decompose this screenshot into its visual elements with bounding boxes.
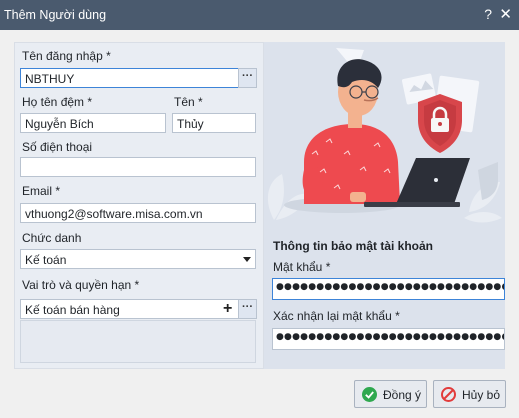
ok-button-label: Đồng ý	[383, 388, 422, 402]
username-label: Tên đăng nhập *	[22, 49, 111, 63]
email-input[interactable]: vthuong2@software.misa.com.vn	[20, 203, 256, 223]
chevron-down-icon[interactable]	[243, 257, 251, 262]
password-label: Mật khẩu *	[273, 260, 331, 274]
title-bar: Thêm Người dùng ? ✕	[0, 0, 519, 30]
add-role-icon[interactable]: +	[223, 301, 232, 317]
role-input[interactable]: Kế toán bán hàng	[20, 299, 239, 319]
cancel-button[interactable]: Hủy bỏ	[433, 380, 506, 408]
firstname-label: Tên *	[174, 95, 203, 109]
check-circle-icon	[362, 387, 377, 402]
cancel-button-label: Hủy bỏ	[462, 388, 501, 402]
illustration-panel: Thông tin bảo mật tài khoản Mật khẩu * ●…	[264, 42, 505, 369]
close-button[interactable]: ✕	[499, 5, 512, 23]
dialog-body: Tên đăng nhập * NBTHUY ··· Họ tên đệm * …	[0, 30, 519, 418]
confirm-password-input[interactable]: ●●●●●●●●●●●●●●●●●●●●●●●●●●●●●●●	[272, 328, 505, 350]
cancel-circle-icon	[441, 387, 456, 402]
role-list-area[interactable]	[20, 320, 256, 363]
security-heading: Thông tin bảo mật tài khoản	[273, 239, 433, 253]
help-button[interactable]: ?	[484, 6, 492, 22]
job-title-label: Chức danh	[22, 231, 82, 245]
phone-input[interactable]	[20, 157, 256, 177]
role-label: Vai trò và quyền hạn *	[22, 278, 140, 292]
lastname-input[interactable]: Nguyễn Bích	[20, 113, 166, 133]
role-lookup-button[interactable]: ···	[238, 299, 257, 319]
lastname-label: Họ tên đệm *	[22, 95, 93, 109]
window-title: Thêm Người dùng	[4, 8, 107, 22]
firstname-input[interactable]: Thủy	[172, 113, 256, 133]
username-input[interactable]: NBTHUY	[20, 68, 239, 88]
job-title-value: Kế toán	[25, 253, 67, 267]
shield-lock-icon	[418, 94, 462, 153]
password-input[interactable]: ●●●●●●●●●●●●●●●●●●●●●●●●●●●●●●●	[272, 278, 505, 300]
email-label: Email *	[22, 184, 61, 198]
person-figure	[302, 59, 400, 204]
job-title-select[interactable]: Kế toán	[20, 249, 256, 269]
user-form-panel: Tên đăng nhập * NBTHUY ··· Họ tên đệm * …	[14, 42, 264, 369]
username-lookup-button[interactable]: ···	[238, 68, 257, 88]
ok-button[interactable]: Đồng ý	[354, 380, 427, 408]
phone-label: Số điện thoại	[22, 140, 93, 154]
confirm-password-label: Xác nhận lại mật khẩu *	[273, 309, 400, 323]
